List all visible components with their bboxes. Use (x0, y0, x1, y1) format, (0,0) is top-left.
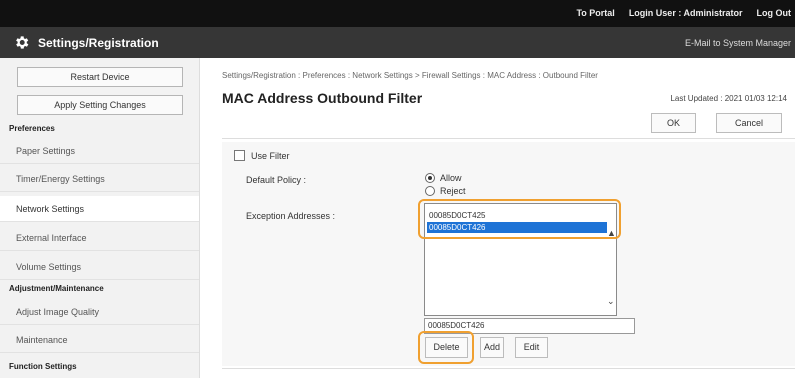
edit-button[interactable]: Edit (515, 337, 548, 358)
highlight-delete-button (418, 331, 474, 364)
logout-link[interactable]: Log Out (757, 8, 792, 18)
use-filter-checkbox[interactable] (234, 150, 245, 161)
highlight-address-list (418, 199, 621, 239)
ok-button[interactable]: OK (651, 113, 696, 133)
gear-icon (16, 36, 29, 49)
app-header: Settings/Registration E-Mail to System M… (0, 27, 795, 58)
sidebar-heading-adjustment-maintenance: Adjustment/Maintenance (9, 284, 104, 293)
top-links: To Portal Login User : Administrator Log… (576, 8, 791, 18)
chevron-down-icon[interactable]: ⌄ (607, 296, 615, 307)
to-portal-link[interactable]: To Portal (576, 8, 614, 18)
sidebar-item-external-interface[interactable]: External Interface (0, 225, 199, 251)
sidebar-item-volume-settings[interactable]: Volume Settings (0, 254, 199, 280)
exception-addresses-label: Exception Addresses : (246, 211, 336, 221)
use-filter-label: Use Filter (251, 151, 290, 161)
sidebar-item-network-settings[interactable]: Network Settings (0, 196, 199, 222)
email-system-manager-link[interactable]: E-Mail to System Manager (685, 38, 791, 48)
app-title: Settings/Registration (38, 36, 159, 50)
bottom-divider (222, 368, 795, 369)
restart-device-button[interactable]: Restart Device (17, 67, 183, 87)
sidebar-heading-function-settings: Function Settings (9, 362, 77, 371)
top-bar: To Portal Login User : Administrator Log… (0, 0, 795, 27)
policy-reject-radio[interactable] (425, 186, 435, 196)
login-user-label: Login User : Administrator (628, 8, 743, 18)
header-divider (222, 138, 795, 139)
breadcrumb: Settings/Registration : Preferences : Ne… (222, 71, 598, 80)
sidebar-item-maintenance[interactable]: Maintenance (0, 327, 199, 353)
cancel-button[interactable]: Cancel (716, 113, 782, 133)
page-title: MAC Address Outbound Filter (222, 90, 423, 106)
policy-allow-radio[interactable] (425, 173, 435, 183)
apply-setting-changes-button[interactable]: Apply Setting Changes (17, 95, 183, 115)
add-button[interactable]: Add (480, 337, 504, 358)
policy-allow-label: Allow (440, 173, 462, 183)
sidebar-item-adjust-image-quality[interactable]: Adjust Image Quality (0, 299, 199, 325)
sidebar-heading-preferences: Preferences (9, 124, 55, 133)
sidebar: Restart Device Apply Setting Changes Pre… (0, 58, 200, 378)
sidebar-item-timer-energy-settings[interactable]: Timer/Energy Settings (0, 166, 199, 192)
last-updated-label: Last Updated : 2021 01/03 12:14 (670, 94, 787, 103)
sidebar-item-paper-settings[interactable]: Paper Settings (0, 138, 199, 164)
default-policy-label: Default Policy : (246, 175, 307, 185)
policy-reject-label: Reject (440, 186, 466, 196)
